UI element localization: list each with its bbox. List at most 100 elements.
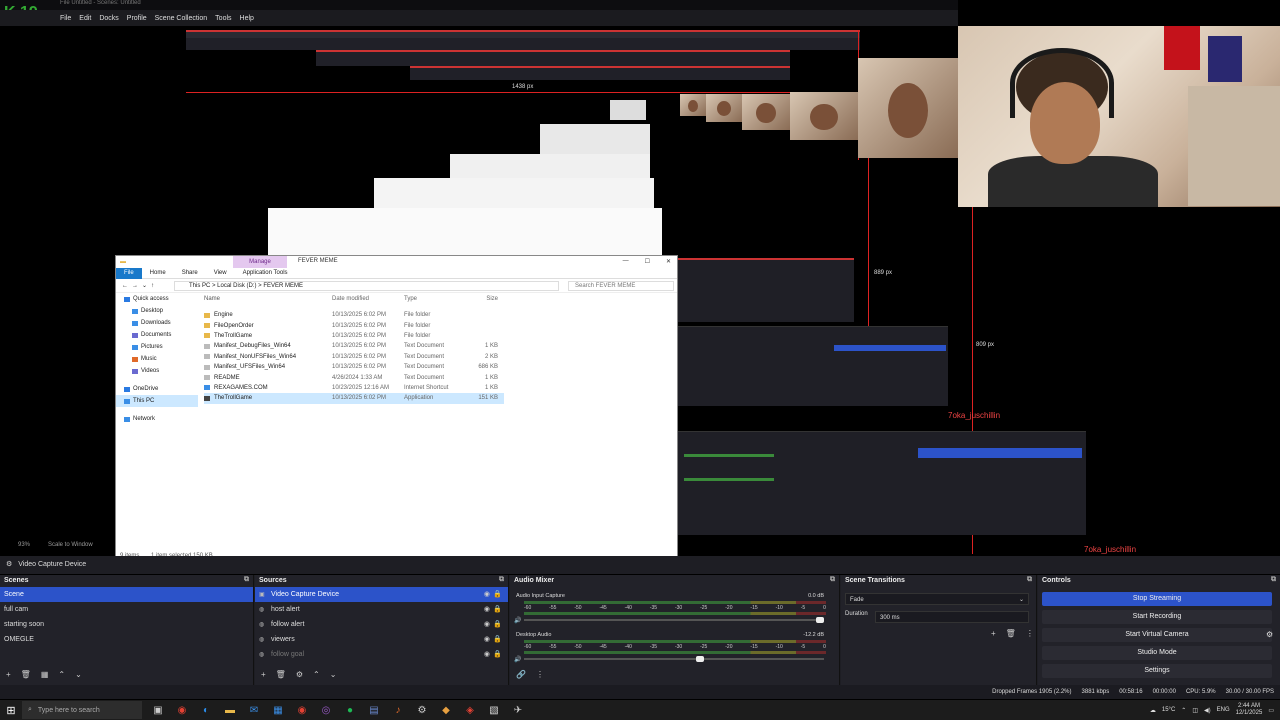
spotify-icon[interactable]: ● <box>342 702 358 718</box>
search-input[interactable]: Search FEVER MEME <box>568 281 674 291</box>
duration-input[interactable]: 300 ms <box>875 611 1029 623</box>
up-icon[interactable]: ⌃ <box>58 670 65 679</box>
source-item[interactable]: ◍ follow goal ◉ 🔒 <box>255 647 508 662</box>
file-row[interactable]: TheTrollGame 10/13/2025 6:02 PM File folde… <box>204 331 504 341</box>
notification-icon[interactable]: ▭ <box>1268 707 1274 714</box>
volume-slider[interactable] <box>524 617 824 623</box>
manage-tab[interactable]: Manage <box>233 256 287 268</box>
link-icon[interactable]: 🔗 <box>516 670 526 679</box>
up-icon[interactable]: ↑ <box>151 283 154 289</box>
dock-float-icon[interactable]: ⧉ <box>1027 576 1032 584</box>
clock[interactable]: 2:44 AM 12/1/2025 <box>1236 703 1263 717</box>
back-icon[interactable]: ← <box>122 283 128 289</box>
column-size[interactable]: Size <box>468 296 498 302</box>
nav-item[interactable]: Desktop <box>116 305 198 317</box>
file-row[interactable]: Manifest_DebugFiles_Win64 10/13/2025 6:02… <box>204 341 504 351</box>
eye-icon[interactable]: ◉ <box>484 647 490 662</box>
nav-item[interactable]: OneDrive <box>116 383 198 395</box>
nav-item[interactable]: Videos <box>116 365 198 377</box>
add-icon[interactable]: + <box>261 670 266 679</box>
lock-icon[interactable]: 🔒 <box>493 587 502 602</box>
volume-slider[interactable] <box>524 656 824 662</box>
transition-select[interactable]: Fade ⌄ <box>845 593 1029 605</box>
menu-profile[interactable]: Profile <box>127 15 147 22</box>
trash-icon[interactable]: 🗑 <box>21 670 31 679</box>
lock-icon[interactable]: 🔒 <box>493 632 502 647</box>
menu-help[interactable]: Help <box>240 15 254 22</box>
filter-icon[interactable]: ▦ <box>41 670 49 679</box>
nav-item[interactable]: Pictures <box>116 341 198 353</box>
speaker-icon[interactable]: 🔊 <box>514 617 521 624</box>
weather-icon[interactable]: ☁ <box>1150 707 1156 714</box>
eye-icon[interactable]: ◉ <box>484 632 490 647</box>
nav-item[interactable]: Documents <box>116 329 198 341</box>
nav-item[interactable]: Downloads <box>116 317 198 329</box>
ribbon-file[interactable]: File <box>116 267 142 279</box>
scene-item[interactable]: OMEGLE <box>0 632 253 647</box>
ribbon-application-tools[interactable]: Application Tools <box>235 270 296 276</box>
volume-knob[interactable] <box>696 656 704 662</box>
trash-icon[interactable]: 🗑 <box>276 670 286 679</box>
menu-tools[interactable]: Tools <box>215 15 231 22</box>
recent-icon[interactable]: ⌄ <box>142 282 147 289</box>
gear-icon[interactable]: ⚙ <box>6 561 12 568</box>
column-name[interactable]: Name <box>204 296 332 302</box>
steam-icon[interactable]: ⚙ <box>414 702 430 718</box>
file-row[interactable]: Manifest_UFSFiles_Win64 10/13/2025 6:02 P… <box>204 362 504 372</box>
stop-streaming-button[interactable]: Stop Streaming <box>1042 592 1272 606</box>
file-row[interactable]: FileOpenOrder 10/13/2025 6:02 PM File fold… <box>204 320 504 330</box>
chrome2-icon[interactable]: ◉ <box>294 702 310 718</box>
volume-knob[interactable] <box>816 617 824 623</box>
scene-item[interactable]: full cam <box>0 602 253 617</box>
ribbon-home[interactable]: Home <box>142 270 174 276</box>
nav-item[interactable]: Quick access <box>116 293 198 305</box>
trash-icon[interactable]: 🗑 <box>1006 629 1016 638</box>
chevron-up-icon[interactable]: ⌃ <box>1181 707 1186 714</box>
explorer-title-bar[interactable]: ▬ Manage FEVER MEME — ☐ ✕ <box>116 256 677 268</box>
menu-docks[interactable]: Docks <box>99 15 118 22</box>
lock-icon[interactable]: 🔒 <box>493 617 502 632</box>
dock-float-icon[interactable]: ⧉ <box>1271 576 1276 584</box>
mic-icon[interactable]: ♪ <box>390 702 406 718</box>
store-icon[interactable]: ▦ <box>270 702 286 718</box>
eye-icon[interactable]: ◉ <box>484 602 490 617</box>
weather[interactable]: 15°C <box>1162 707 1175 713</box>
nav-item[interactable]: Network <box>116 413 198 425</box>
game-icon[interactable]: ◆ <box>438 702 454 718</box>
source-item[interactable]: ◍ host alert ◉ 🔒 <box>255 602 508 617</box>
scale-label[interactable]: Scale to Window <box>48 542 93 548</box>
mail-icon[interactable]: ✉ <box>246 702 262 718</box>
eye-icon[interactable]: ◉ <box>484 617 490 632</box>
address-bar[interactable]: This PC > Local Disk (D:) > FEVER MEME <box>174 281 559 291</box>
minimize-icon[interactable]: — <box>623 258 629 265</box>
start-recording-button[interactable]: Start Recording <box>1042 610 1272 624</box>
studio-mode-button[interactable]: Studio Mode <box>1042 646 1272 660</box>
eye-icon[interactable]: ◉ <box>484 587 490 602</box>
file-row[interactable]: Manifest_NonUFSFiles_Win64 10/13/2025 6:0… <box>204 352 504 362</box>
windows-start-icon[interactable]: ⊞ <box>0 700 22 720</box>
close-icon[interactable]: ✕ <box>666 258 671 265</box>
add-icon[interactable]: + <box>6 670 11 679</box>
obs-icon[interactable]: ◎ <box>318 702 334 718</box>
taskview-icon[interactable]: ▣ <box>150 702 166 718</box>
tool-icon[interactable]: ✈ <box>510 702 526 718</box>
gear-icon[interactable]: ⚙ <box>1266 630 1273 639</box>
menu-edit[interactable]: Edit <box>79 15 91 22</box>
scene-item[interactable]: Scene <box>0 587 253 602</box>
zoom-level[interactable]: 93% <box>18 542 30 548</box>
dock-float-icon[interactable]: ⧉ <box>244 576 249 584</box>
more-icon[interactable]: ⋮ <box>1026 629 1034 638</box>
file-row[interactable]: TheTrollGame 10/13/2025 6:02 PM Applicatio… <box>204 393 504 404</box>
column-date[interactable]: Date modified <box>332 296 404 302</box>
file-row[interactable]: REXAGAMES.COM 10/23/2025 12:16 AM Internet… <box>204 383 504 393</box>
down-icon[interactable]: ⌄ <box>75 670 82 679</box>
source-item[interactable]: ▣ Video Capture Device ◉ 🔒 <box>255 587 508 602</box>
gear-icon[interactable]: ⚙ <box>296 670 303 679</box>
edge-icon[interactable]: ◐ <box>198 702 214 718</box>
file-explorer-window[interactable]: ▬ Manage FEVER MEME — ☐ ✕ File Home Shar… <box>115 255 678 572</box>
terminal-icon[interactable]: ▧ <box>486 702 502 718</box>
maximize-icon[interactable]: ☐ <box>645 258 650 265</box>
lock-icon[interactable]: 🔒 <box>493 602 502 617</box>
add-icon[interactable]: + <box>991 629 996 638</box>
ribbon-view[interactable]: View <box>206 270 235 276</box>
